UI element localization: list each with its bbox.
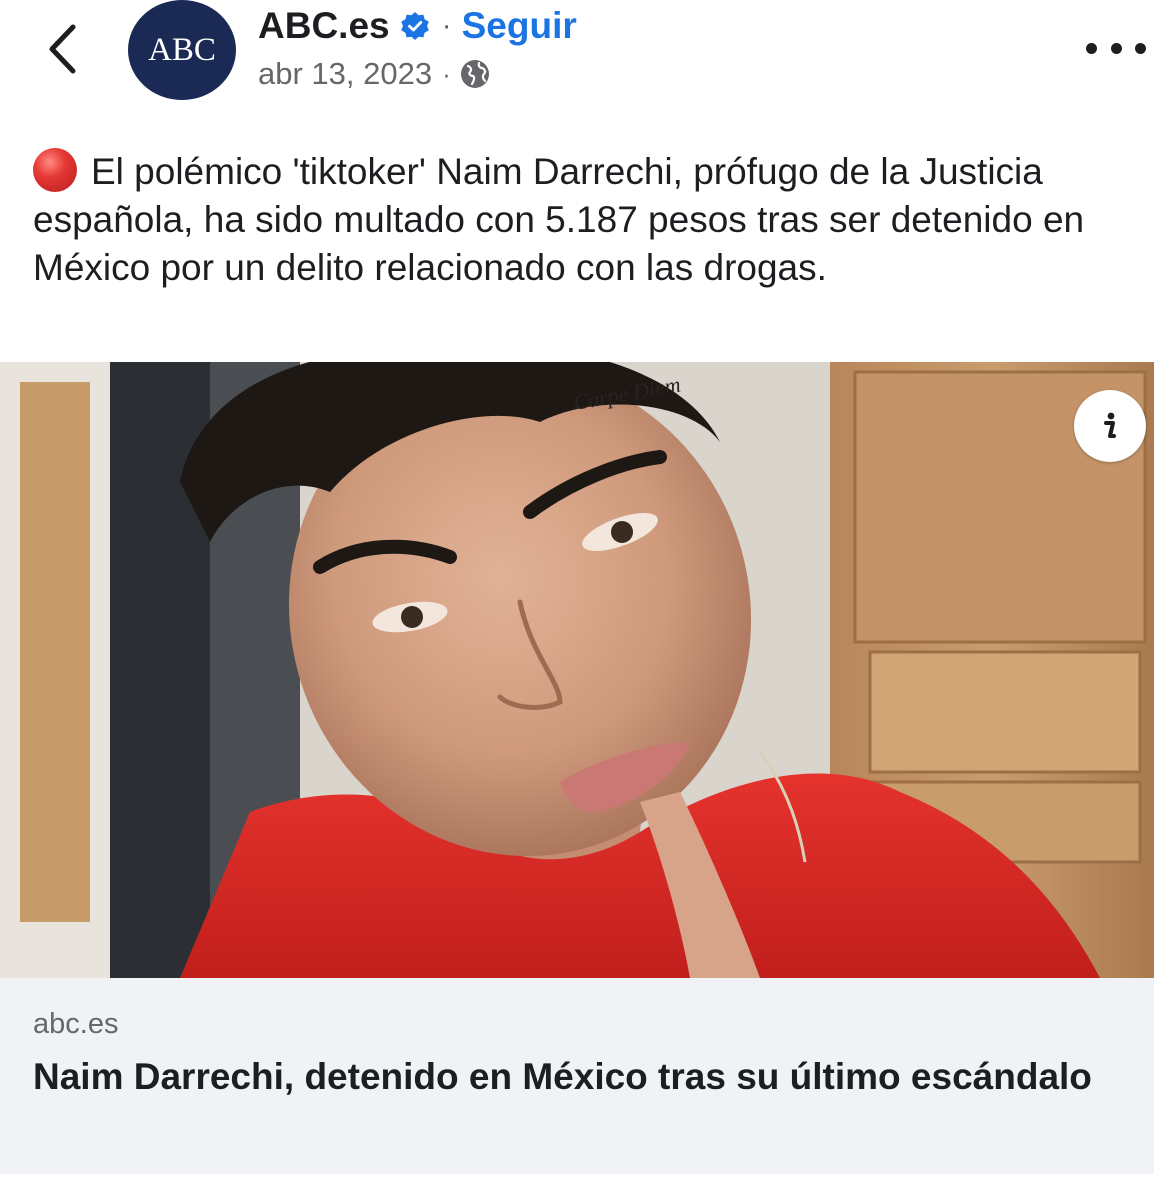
globe-icon (460, 60, 489, 88)
follow-button[interactable]: Seguir (462, 5, 577, 47)
more-dot-icon (1135, 42, 1146, 54)
name-row: ABC.es · Seguir (258, 4, 577, 48)
info-button[interactable] (1074, 390, 1146, 462)
info-icon (1104, 412, 1116, 438)
page-name[interactable]: ABC.es (258, 5, 390, 47)
post-header: ABC ABC.es · Seguir abr 13, 2023 · (0, 0, 1154, 120)
post-date[interactable]: abr 13, 2023 (258, 56, 432, 92)
post-text: El polémico 'tiktoker' Naim Darrechi, pr… (33, 151, 1085, 288)
photo-illustration: Carpe Diem (0, 362, 1154, 978)
more-dot-icon (1110, 42, 1122, 54)
link-domain: abc.es (33, 1008, 119, 1040)
red-circle-emoji (33, 148, 77, 192)
post-text-container: El polémico 'tiktoker' Naim Darrechi, pr… (33, 148, 1143, 292)
link-preview-image[interactable]: Carpe Diem (0, 362, 1154, 978)
link-title[interactable]: Naim Darrechi, detenido en México tras s… (33, 1050, 1113, 1104)
chevron-left-icon (49, 24, 76, 74)
page-avatar[interactable]: ABC (128, 0, 236, 100)
more-options-button[interactable] (1086, 30, 1146, 66)
back-button[interactable] (36, 18, 88, 80)
more-dot-icon (1086, 42, 1097, 54)
verified-badge-icon (400, 12, 429, 40)
avatar-logo-text: ABC (148, 31, 216, 68)
post-meta: abr 13, 2023 · (258, 54, 491, 94)
name-separator: · (441, 9, 452, 42)
meta-separator: · (442, 58, 451, 89)
